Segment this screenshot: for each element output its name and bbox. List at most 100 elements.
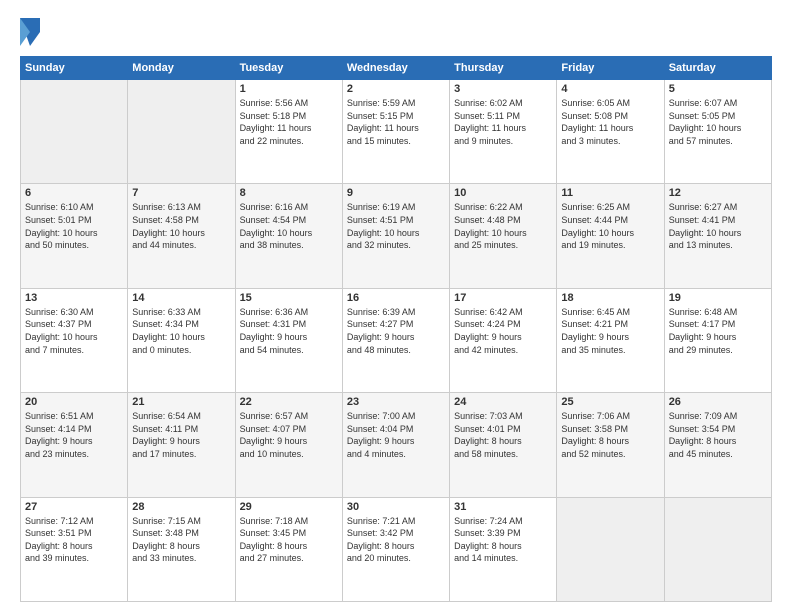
calendar-cell: 26Sunrise: 7:09 AM Sunset: 3:54 PM Dayli… — [664, 393, 771, 497]
col-friday: Friday — [557, 57, 664, 80]
calendar-cell — [557, 497, 664, 601]
day-number: 31 — [454, 501, 552, 513]
day-number: 16 — [347, 292, 445, 304]
calendar-cell: 18 Sunrise: 6:45 AM Sunset: 4:21 PM Dayli… — [557, 288, 664, 392]
calendar-cell — [664, 497, 771, 601]
day-info: Sunrise: 6:36 AM Sunset: 4:31 PM Dayligh… — [240, 306, 338, 356]
calendar-table: Sunday Monday Tuesday Wednesday Thursday… — [20, 56, 772, 602]
day-info: Sunrise: 6:51 AM Sunset: 4:14 PM Dayligh… — [25, 410, 123, 460]
calendar-cell: 4 Sunrise: 6:05 AM Sunset: 5:08 PM Daylig… — [557, 80, 664, 184]
day-number: 6 — [25, 187, 123, 199]
day-info: Sunrise: 6:45 AM Sunset: 4:21 PM Dayligh… — [561, 306, 659, 356]
calendar-cell: 17 Sunrise: 6:42 AM Sunset: 4:24 PM Dayli… — [450, 288, 557, 392]
day-info: Sunrise: 7:24 AM Sunset: 3:39 PM Dayligh… — [454, 515, 552, 565]
page: Sunday Monday Tuesday Wednesday Thursday… — [0, 0, 792, 612]
logo — [20, 18, 42, 46]
day-info: Sunrise: 6:16 AM Sunset: 4:54 PM Dayligh… — [240, 201, 338, 251]
day-info: Sunrise: 6:02 AM Sunset: 5:11 PM Dayligh… — [454, 97, 552, 147]
calendar-cell: 1 Sunrise: 5:56 AM Sunset: 5:18 PM Daylig… — [235, 80, 342, 184]
day-number: 13 — [25, 292, 123, 304]
col-wednesday: Wednesday — [342, 57, 449, 80]
day-info: Sunrise: 7:03 AM Sunset: 4:01 PM Dayligh… — [454, 410, 552, 460]
day-info: Sunrise: 6:48 AM Sunset: 4:17 PM Dayligh… — [669, 306, 767, 356]
day-number: 17 — [454, 292, 552, 304]
day-info: Sunrise: 7:09 AM Sunset: 3:54 PM Dayligh… — [669, 410, 767, 460]
day-info: Sunrise: 6:25 AM Sunset: 4:44 PM Dayligh… — [561, 201, 659, 251]
day-number: 27 — [25, 501, 123, 513]
header-row: Sunday Monday Tuesday Wednesday Thursday… — [21, 57, 772, 80]
day-number: 10 — [454, 187, 552, 199]
day-info: Sunrise: 6:19 AM Sunset: 4:51 PM Dayligh… — [347, 201, 445, 251]
calendar-week-1: 1 Sunrise: 5:56 AM Sunset: 5:18 PM Daylig… — [21, 80, 772, 184]
calendar-cell: 6 Sunrise: 6:10 AM Sunset: 5:01 PM Daylig… — [21, 184, 128, 288]
calendar-cell: 3 Sunrise: 6:02 AM Sunset: 5:11 PM Daylig… — [450, 80, 557, 184]
day-info: Sunrise: 6:42 AM Sunset: 4:24 PM Dayligh… — [454, 306, 552, 356]
day-number: 8 — [240, 187, 338, 199]
col-tuesday: Tuesday — [235, 57, 342, 80]
day-number: 24 — [454, 396, 552, 408]
day-number: 23 — [347, 396, 445, 408]
day-info: Sunrise: 7:21 AM Sunset: 3:42 PM Dayligh… — [347, 515, 445, 565]
calendar-cell: 13 Sunrise: 6:30 AM Sunset: 4:37 PM Dayli… — [21, 288, 128, 392]
day-number: 2 — [347, 83, 445, 95]
day-number: 29 — [240, 501, 338, 513]
calendar-week-5: 27 Sunrise: 7:12 AM Sunset: 3:51 PM Dayli… — [21, 497, 772, 601]
calendar-cell: 31 Sunrise: 7:24 AM Sunset: 3:39 PM Dayli… — [450, 497, 557, 601]
calendar-week-2: 6 Sunrise: 6:10 AM Sunset: 5:01 PM Daylig… — [21, 184, 772, 288]
day-info: Sunrise: 7:12 AM Sunset: 3:51 PM Dayligh… — [25, 515, 123, 565]
day-number: 7 — [132, 187, 230, 199]
calendar-cell: 14 Sunrise: 6:33 AM Sunset: 4:34 PM Dayli… — [128, 288, 235, 392]
day-number: 1 — [240, 83, 338, 95]
day-info: Sunrise: 6:57 AM Sunset: 4:07 PM Dayligh… — [240, 410, 338, 460]
day-info: Sunrise: 5:59 AM Sunset: 5:15 PM Dayligh… — [347, 97, 445, 147]
day-number: 21 — [132, 396, 230, 408]
day-number: 30 — [347, 501, 445, 513]
calendar-cell: 21 Sunrise: 6:54 AM Sunset: 4:11 PM Dayli… — [128, 393, 235, 497]
day-number: 18 — [561, 292, 659, 304]
calendar-cell: 20 Sunrise: 6:51 AM Sunset: 4:14 PM Dayli… — [21, 393, 128, 497]
col-thursday: Thursday — [450, 57, 557, 80]
calendar-cell: 5 Sunrise: 6:07 AM Sunset: 5:05 PM Daylig… — [664, 80, 771, 184]
col-saturday: Saturday — [664, 57, 771, 80]
day-info: Sunrise: 6:13 AM Sunset: 4:58 PM Dayligh… — [132, 201, 230, 251]
day-number: 20 — [25, 396, 123, 408]
day-info: Sunrise: 6:22 AM Sunset: 4:48 PM Dayligh… — [454, 201, 552, 251]
calendar-week-3: 13 Sunrise: 6:30 AM Sunset: 4:37 PM Dayli… — [21, 288, 772, 392]
day-info: Sunrise: 6:54 AM Sunset: 4:11 PM Dayligh… — [132, 410, 230, 460]
calendar-cell: 15 Sunrise: 6:36 AM Sunset: 4:31 PM Dayli… — [235, 288, 342, 392]
col-sunday: Sunday — [21, 57, 128, 80]
day-number: 28 — [132, 501, 230, 513]
day-number: 11 — [561, 187, 659, 199]
day-number: 22 — [240, 396, 338, 408]
calendar-cell: 12 Sunrise: 6:27 AM Sunset: 4:41 PM Dayli… — [664, 184, 771, 288]
calendar-cell: 7 Sunrise: 6:13 AM Sunset: 4:58 PM Daylig… — [128, 184, 235, 288]
calendar-cell: 19Sunrise: 6:48 AM Sunset: 4:17 PM Dayli… — [664, 288, 771, 392]
day-info: Sunrise: 6:33 AM Sunset: 4:34 PM Dayligh… — [132, 306, 230, 356]
day-info: Sunrise: 6:10 AM Sunset: 5:01 PM Dayligh… — [25, 201, 123, 251]
day-number: 12 — [669, 187, 767, 199]
calendar-cell: 16 Sunrise: 6:39 AM Sunset: 4:27 PM Dayli… — [342, 288, 449, 392]
day-number: 15 — [240, 292, 338, 304]
calendar-cell: 9 Sunrise: 6:19 AM Sunset: 4:51 PM Daylig… — [342, 184, 449, 288]
day-info: Sunrise: 5:56 AM Sunset: 5:18 PM Dayligh… — [240, 97, 338, 147]
calendar-cell — [128, 80, 235, 184]
day-info: Sunrise: 6:07 AM Sunset: 5:05 PM Dayligh… — [669, 97, 767, 147]
day-number: 5 — [669, 83, 767, 95]
calendar-cell: 23 Sunrise: 7:00 AM Sunset: 4:04 PM Dayli… — [342, 393, 449, 497]
day-number: 3 — [454, 83, 552, 95]
day-info: Sunrise: 7:15 AM Sunset: 3:48 PM Dayligh… — [132, 515, 230, 565]
day-info: Sunrise: 7:00 AM Sunset: 4:04 PM Dayligh… — [347, 410, 445, 460]
calendar-cell — [21, 80, 128, 184]
day-number: 9 — [347, 187, 445, 199]
day-info: Sunrise: 6:30 AM Sunset: 4:37 PM Dayligh… — [25, 306, 123, 356]
day-number: 14 — [132, 292, 230, 304]
header — [20, 18, 772, 46]
calendar-cell: 22 Sunrise: 6:57 AM Sunset: 4:07 PM Dayli… — [235, 393, 342, 497]
day-number: 4 — [561, 83, 659, 95]
day-info: Sunrise: 6:39 AM Sunset: 4:27 PM Dayligh… — [347, 306, 445, 356]
calendar-cell: 27 Sunrise: 7:12 AM Sunset: 3:51 PM Dayli… — [21, 497, 128, 601]
day-info: Sunrise: 7:18 AM Sunset: 3:45 PM Dayligh… — [240, 515, 338, 565]
day-number: 25 — [561, 396, 659, 408]
day-info: Sunrise: 6:27 AM Sunset: 4:41 PM Dayligh… — [669, 201, 767, 251]
day-info: Sunrise: 6:05 AM Sunset: 5:08 PM Dayligh… — [561, 97, 659, 147]
